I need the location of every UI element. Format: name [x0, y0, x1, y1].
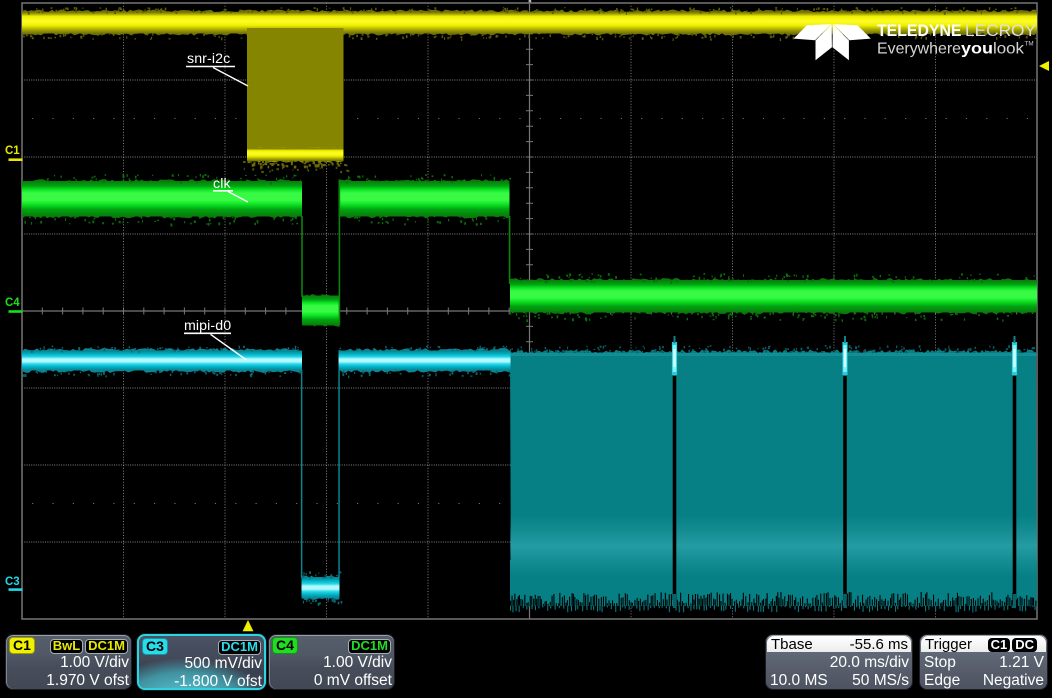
- svg-text:C3: C3: [5, 576, 20, 588]
- svg-text:C4: C4: [5, 297, 20, 309]
- svg-text:C1: C1: [5, 145, 20, 157]
- svg-text:LECROY: LECROY: [965, 22, 1036, 40]
- svg-text:look: look: [993, 41, 1024, 58]
- svg-text:you: you: [961, 41, 993, 58]
- svg-text:mipi-d0: mipi-d0: [184, 318, 231, 334]
- svg-text:TM: TM: [1025, 41, 1034, 48]
- svg-text:clk: clk: [213, 176, 231, 192]
- svg-text:Everywhere: Everywhere: [877, 41, 961, 58]
- svg-text:TELEDYNE: TELEDYNE: [877, 21, 962, 40]
- svg-text:snr-i2c: snr-i2c: [187, 51, 230, 67]
